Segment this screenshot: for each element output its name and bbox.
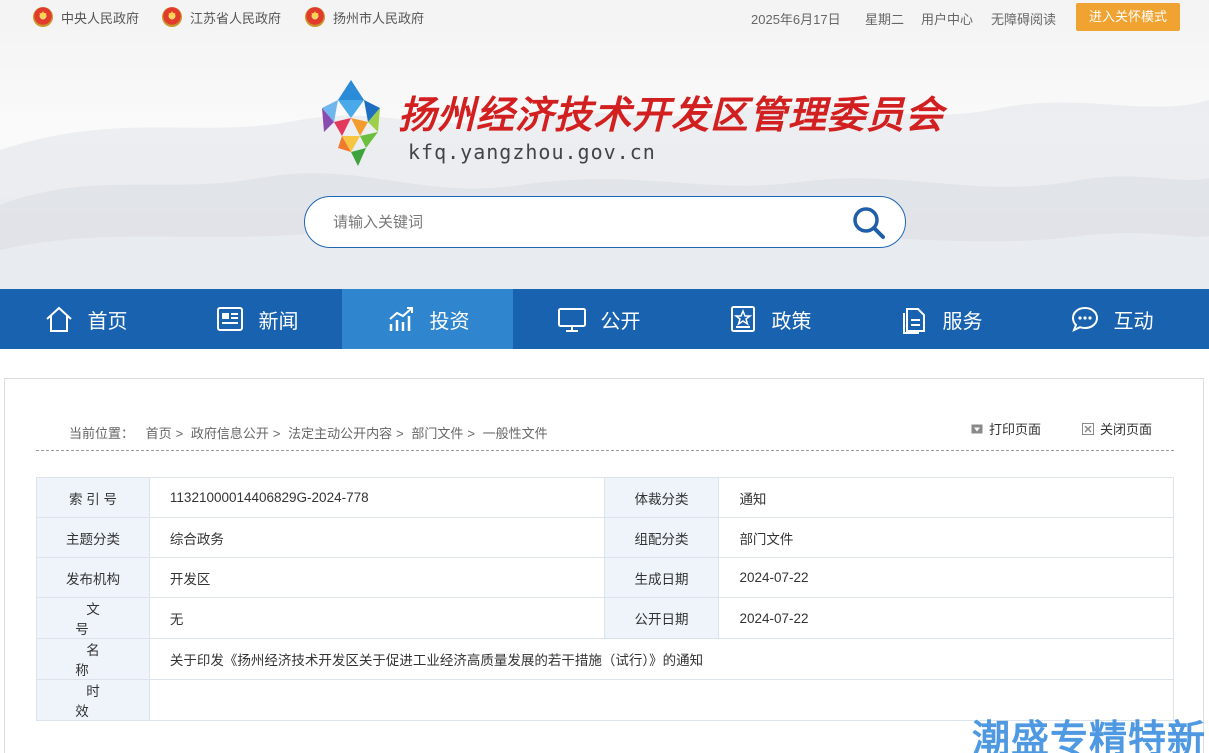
published-date-value: 2024-07-22: [718, 597, 1174, 639]
nav-label: 首页: [87, 310, 128, 333]
chat-bubble-icon: [1071, 306, 1098, 332]
nav-label: 服务: [942, 310, 983, 333]
policy-book-icon: [730, 306, 755, 332]
growth-chart-icon: [388, 307, 413, 331]
topic-label: 主题分类: [36, 517, 150, 558]
print-icon: [971, 424, 983, 433]
index-no-label: 索 引 号: [36, 477, 150, 518]
user-center-link[interactable]: 用户中心: [921, 9, 973, 28]
table-row: 文 号 无 公开日期 2024-07-22: [36, 597, 1174, 639]
accessibility-link[interactable]: 无障碍阅读: [991, 9, 1056, 28]
nav-label: 公开: [600, 310, 641, 333]
care-mode-button[interactable]: 进入关怀模式: [1076, 3, 1180, 31]
breadcrumb-home[interactable]: 首页: [146, 426, 172, 441]
gov-link-label: 江苏省人民政府: [190, 10, 282, 26]
table-row: 索 引 号 11321000014406829G-2024-778 体裁分类 通…: [36, 477, 1174, 518]
monitor-icon: [557, 308, 586, 332]
search-input[interactable]: [333, 209, 833, 235]
search-icon[interactable]: [851, 205, 887, 241]
nav-policy[interactable]: 政策: [684, 289, 855, 349]
breadcrumb-label: 当前位置：: [69, 426, 135, 441]
breadcrumb-dept-files[interactable]: 部门文件: [411, 426, 463, 441]
created-date-value: 2024-07-22: [718, 557, 1174, 598]
table-row: 发布机构 开发区 生成日期 2024-07-22: [36, 557, 1174, 598]
table-row: 主题分类 综合政务 组配分类 部门文件: [36, 517, 1174, 558]
title-value: 关于印发《扬州经济技术开发区关于促进工业经济高质量发展的若干措施（试行）》的通知: [148, 638, 1175, 680]
nav-news[interactable]: 新闻: [171, 289, 342, 349]
central-gov-link[interactable]: 中央人民政府: [33, 5, 139, 29]
nav-investment[interactable]: 投资: [342, 289, 513, 349]
top-bar: 中央人民政府 江苏省人民政府 扬州市人民政府 2025年6月17日 星期二 用户…: [0, 0, 1209, 34]
breadcrumb-separator: >: [175, 426, 184, 441]
main-nav: 首页 新闻 投资 公开 政策 服务 互动: [0, 289, 1209, 349]
nav-label: 政策: [771, 310, 812, 333]
close-page-button[interactable]: 关闭页面: [1082, 419, 1152, 438]
breadcrumb: 当前位置： 首页 > 政府信息公开 > 法定主动公开内容 > 部门文件 > 一般性文件: [69, 423, 548, 442]
site-name-cn: 扬州经济技术开发区管理委员会: [398, 92, 945, 137]
publisher-value: 开发区: [148, 557, 605, 598]
published-date-label: 公开日期: [603, 597, 720, 639]
breadcrumb-general-files[interactable]: 一般性文件: [483, 426, 548, 441]
national-emblem-icon: [33, 7, 53, 27]
genre-label: 体裁分类: [603, 477, 720, 518]
site-domain: kfq.yangzhou.gov.cn: [408, 140, 656, 164]
index-no-value: 11321000014406829G-2024-778: [148, 477, 605, 518]
document-icon: [902, 308, 925, 334]
jiangsu-gov-link[interactable]: 江苏省人民政府: [162, 5, 281, 29]
nav-label: 投资: [429, 310, 470, 333]
breadcrumb-legal-content[interactable]: 法定主动公开内容: [288, 426, 392, 441]
national-emblem-icon: [162, 7, 182, 27]
home-icon: [45, 306, 72, 332]
content-panel: 当前位置： 首页 > 政府信息公开 > 法定主动公开内容 > 部门文件 > 一般性文件 …: [4, 378, 1204, 753]
breadcrumb-gov-info[interactable]: 政府信息公开: [191, 426, 269, 441]
search-bar: [304, 196, 906, 248]
nav-label: 新闻: [258, 310, 299, 333]
yangzhou-gov-link[interactable]: 扬州市人民政府: [305, 5, 424, 29]
document-metadata-table: 索 引 号 11321000014406829G-2024-778 体裁分类 通…: [36, 477, 1175, 721]
breadcrumb-separator: >: [272, 426, 281, 441]
org-class-value: 部门文件: [718, 517, 1174, 558]
topic-value: 综合政务: [148, 517, 605, 558]
current-date: 2025年6月17日: [751, 12, 841, 27]
current-weekday: 星期二: [865, 12, 905, 27]
validity-label: 时 效: [36, 679, 150, 721]
title-label: 名 称: [36, 638, 150, 680]
dashed-divider: [36, 450, 1174, 451]
zone-logo-icon: [322, 80, 380, 166]
created-date-label: 生成日期: [603, 557, 720, 598]
nav-service[interactable]: 服务: [855, 289, 1026, 349]
publisher-label: 发布机构: [36, 557, 150, 598]
watermark-text: 潮盛专精特新: [972, 719, 1207, 753]
nav-public[interactable]: 公开: [513, 289, 684, 349]
gov-link-label: 扬州市人民政府: [333, 10, 425, 26]
print-page-button[interactable]: 打印页面: [971, 419, 1041, 438]
breadcrumb-separator: >: [396, 426, 404, 441]
table-row: 名 称 关于印发《扬州经济技术开发区关于促进工业经济高质量发展的若干措施（试行）…: [36, 638, 1175, 680]
org-class-label: 组配分类: [603, 517, 720, 558]
nav-home[interactable]: 首页: [0, 289, 171, 349]
gov-link-label: 中央人民政府: [61, 10, 140, 26]
nav-interaction[interactable]: 互动: [1026, 289, 1197, 349]
site-header: 中央人民政府 江苏省人民政府 扬州市人民政府 2025年6月17日 星期二 用户…: [0, 0, 1209, 289]
doc-no-value: 无: [148, 597, 605, 639]
nav-label: 互动: [1113, 310, 1154, 333]
national-emblem-icon: [305, 7, 325, 27]
breadcrumb-separator: >: [467, 426, 475, 441]
doc-no-label: 文 号: [36, 597, 150, 639]
genre-value: 通知: [718, 477, 1174, 518]
newspaper-icon: [216, 307, 243, 331]
close-icon: [1082, 422, 1094, 435]
print-label: 打印页面: [989, 422, 1042, 437]
close-label: 关闭页面: [1100, 422, 1153, 437]
